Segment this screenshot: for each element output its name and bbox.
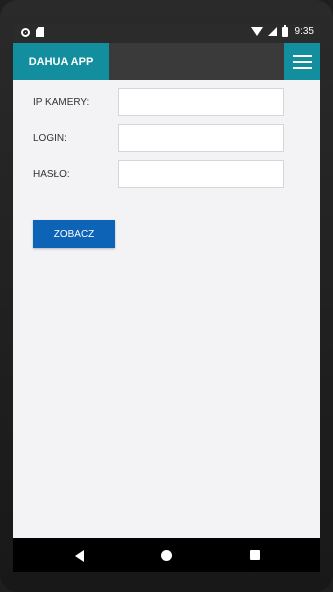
recents-icon[interactable] (250, 550, 260, 560)
signal-icon (267, 27, 277, 36)
sim-card-icon (36, 27, 44, 37)
battery-icon (281, 24, 288, 37)
status-time: 9:35 (294, 26, 314, 37)
password-input[interactable] (118, 160, 284, 188)
back-icon[interactable] (75, 550, 84, 562)
dot-icon (21, 27, 30, 37)
login-label: LOGIN: (33, 133, 67, 144)
hamburger-menu-icon[interactable] (284, 43, 320, 80)
menu-line (292, 54, 312, 57)
status-bar: 9:35 (13, 24, 320, 43)
screen: 9:35 DAHUA APP IP KAMERY: LOGIN: HASŁO: … (13, 24, 320, 572)
ip-input[interactable] (118, 88, 284, 116)
app-title[interactable]: DAHUA APP (13, 43, 109, 80)
password-label: HASŁO: (33, 169, 70, 180)
form-row-ip: IP KAMERY: (13, 88, 320, 118)
form-row-password: HASŁO: (13, 160, 320, 190)
wifi-icon (250, 27, 263, 36)
menu-line (292, 66, 312, 69)
login-input[interactable] (118, 124, 284, 152)
home-icon[interactable] (161, 550, 172, 561)
submit-button[interactable]: ZOBACZ (33, 220, 115, 248)
form-row-login: LOGIN: (13, 124, 320, 154)
menu-line (292, 60, 312, 63)
app-bar: DAHUA APP (13, 43, 320, 80)
navigation-bar (13, 538, 320, 572)
ip-label: IP KAMERY: (33, 97, 90, 108)
